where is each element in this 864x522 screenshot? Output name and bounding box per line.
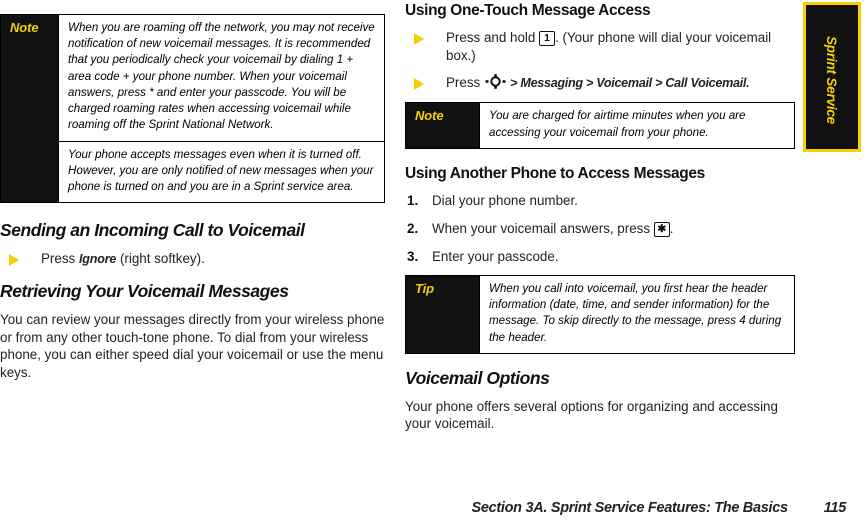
footer-section-title: Section 3A. Sprint Service Features: The… (471, 500, 788, 516)
list-item: 2. When your voicemail answers, press ✱. (405, 220, 795, 238)
tip-paragraph: When you call into voicemail, you first … (489, 282, 782, 344)
softkey-name: Ignore (78, 252, 117, 267)
heading-retrieving-voicemail: Retrieving Your Voicemail Messages (0, 281, 289, 302)
note-callout-airtime: Note You are charged for airtime minutes… (405, 102, 795, 149)
key-asterisk-icon: ✱ (653, 221, 670, 237)
right-column: Using One-Touch Message Access Press and… (405, 0, 795, 433)
menu-item-voicemail: Voicemail (596, 76, 652, 91)
footer-page-number: 115 (823, 500, 847, 516)
page-footer: Section 3A. Sprint Service Features: The… (0, 494, 864, 516)
heading-one-touch-message-access: Using One-Touch Message Access (405, 2, 651, 19)
note-body: When you are roaming off the network, yo… (58, 15, 384, 203)
arrow-bullet-icon (9, 254, 19, 267)
menu-item-call-voicemail: Call Voicemail. (665, 76, 750, 91)
bullet-list-ignore: Press Ignore (right softkey). (0, 250, 385, 268)
note-paragraph: When you are roaming off the network, yo… (68, 21, 375, 132)
list-item: Press > Messaging > Voicemail > Call Voi… (405, 74, 795, 92)
step-text-suffix: . (669, 220, 674, 236)
paragraph-voicemail-options: Your phone offers several options for or… (405, 398, 778, 432)
step-text: When your voicemail answers, press (432, 220, 654, 236)
bullet-text-prefix: Press and hold (446, 30, 540, 45)
menu-separator: > (651, 76, 666, 91)
bullet-text-suffix: (right softkey). (116, 251, 205, 267)
arrow-bullet-icon (414, 78, 424, 91)
navigation-key-icon (484, 74, 507, 89)
left-column: Note When you are roaming off the networ… (0, 0, 385, 381)
list-item: 1. Dial your phone number. (405, 192, 795, 210)
list-item: Press and hold 1. (Your phone will dial … (405, 29, 795, 65)
step-number: 2. (407, 220, 419, 236)
menu-item-messaging: Messaging (520, 76, 583, 91)
step-number: 1. (407, 192, 419, 208)
note-paragraph: You are charged for airtime minutes when… (489, 109, 746, 139)
numbered-steps-list: 1. Dial your phone number. 2. When your vo… (405, 192, 795, 266)
bullet-list-one-touch: Press and hold 1. (Your phone will dial … (405, 29, 795, 92)
tip-label: Tip (406, 276, 479, 353)
tip-body: When you call into voicemail, you first … (479, 276, 794, 353)
bullet-text-prefix: Press (446, 75, 484, 91)
key-1-icon: 1 (539, 31, 556, 46)
section-tab-label: Sprint Service (824, 36, 840, 124)
menu-separator: > (506, 76, 521, 91)
note-label: Note (406, 103, 479, 148)
heading-another-phone-access: Using Another Phone to Access Messages (405, 164, 705, 182)
bullet-text-prefix: Press (41, 251, 79, 267)
heading-voicemail-options: Voicemail Options (405, 367, 550, 388)
step-text: Enter your passcode. (432, 248, 559, 264)
section-tab-sprint-service: Sprint Service (803, 2, 861, 152)
note-body: You are charged for airtime minutes when… (479, 103, 794, 148)
arrow-bullet-icon (414, 33, 424, 45)
tip-callout-voicemail-header: Tip When you call into voicemail, you fi… (405, 275, 795, 354)
paragraph-retrieving: You can review your messages directly fr… (0, 312, 385, 380)
manual-page: Note When you are roaming off the networ… (0, 0, 864, 522)
heading-sending-incoming-call: Sending an Incoming Call to Voicemail (0, 220, 305, 241)
note-label: Note (1, 15, 58, 203)
list-item: Press Ignore (right softkey). (0, 250, 385, 268)
step-text: Dial your phone number. (432, 192, 578, 208)
note-paragraph: Your phone accepts messages even when it… (59, 140, 384, 203)
menu-separator: > (582, 76, 597, 91)
step-number: 3. (407, 248, 419, 264)
list-item: 3. Enter your passcode. (405, 248, 795, 266)
note-callout-roaming: Note When you are roaming off the networ… (0, 14, 385, 204)
